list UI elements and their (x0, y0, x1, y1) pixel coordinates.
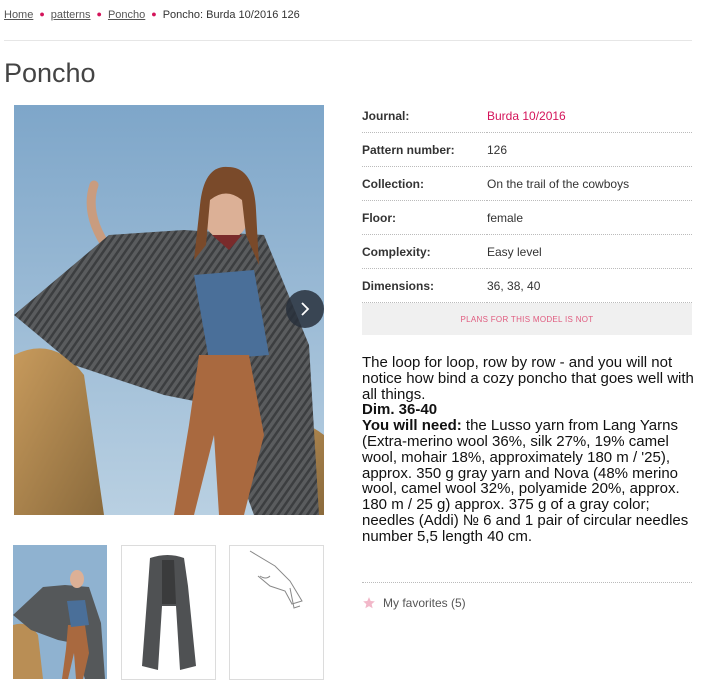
breadcrumb-separator: ● (39, 9, 45, 19)
floor-label: Floor: (362, 200, 487, 235)
pattern-details-table: Journal: Burda 10/2016 Pattern number: 1… (362, 99, 692, 303)
collection-value: On the trail of the cowboys (487, 166, 692, 201)
breadcrumb-separator: ● (151, 9, 157, 19)
page-title: Poncho (4, 58, 96, 88)
next-image-button[interactable] (286, 290, 324, 328)
materials-text: the Lusso yarn from Lang Yarns (Extra-me… (362, 417, 689, 545)
pattern-number-value: 126 (487, 132, 692, 167)
collection-label: Collection: (362, 166, 487, 201)
thumbnail-model-photo[interactable] (13, 545, 107, 679)
breadcrumb-category-link[interactable]: Poncho (108, 9, 145, 21)
pattern-number-label: Pattern number: (362, 132, 487, 167)
detail-row-collection: Collection: On the trail of the cowboys (362, 166, 692, 201)
detail-row-journal: Journal: Burda 10/2016 (362, 99, 692, 133)
thumbnail-garment-photo[interactable] (121, 545, 216, 680)
dimensions-value: 36, 38, 40 (487, 268, 692, 303)
complexity-value: Easy level (487, 234, 692, 269)
complexity-label: Complexity: (362, 234, 487, 269)
detail-row-floor: Floor: female (362, 200, 692, 235)
floor-value: female (487, 200, 692, 235)
favorites-button[interactable]: My favorites (5) (362, 596, 466, 610)
detail-row-pattern-number: Pattern number: 126 (362, 132, 692, 167)
main-product-image[interactable] (14, 105, 324, 515)
description-dimensions: Dim. 36-40 (362, 401, 438, 419)
materials-label: You will need: (362, 417, 462, 435)
breadcrumb-home-link[interactable]: Home (4, 9, 33, 21)
detail-row-complexity: Complexity: Easy level (362, 234, 692, 269)
journal-link[interactable]: Burda 10/2016 (487, 99, 692, 133)
detail-row-dimensions: Dimensions: 36, 38, 40 (362, 268, 692, 303)
thumbnail-sketch[interactable] (229, 545, 324, 680)
journal-label: Journal: (362, 99, 487, 133)
divider (362, 582, 692, 583)
breadcrumb-separator: ● (96, 9, 102, 19)
breadcrumb-patterns-link[interactable]: patterns (51, 9, 91, 21)
star-icon (363, 597, 375, 609)
plans-button[interactable]: PLANS FOR THIS MODEL IS NOT (362, 303, 692, 335)
breadcrumb-current: Poncho: Burda 10/2016 126 (162, 9, 300, 21)
divider (4, 40, 692, 41)
favorites-label: My favorites (5) (383, 596, 466, 610)
description-intro: The loop for loop, row by row - and you … (362, 354, 694, 403)
pattern-description: The loop for loop, row by row - and you … (362, 355, 697, 545)
chevron-right-icon (301, 302, 310, 316)
dimensions-label: Dimensions: (362, 268, 487, 303)
description-materials: You will need: the Lusso yarn from Lang … (362, 418, 697, 544)
breadcrumb: Home ● patterns ● Poncho ● Poncho: Burda 10/20… (4, 9, 300, 21)
